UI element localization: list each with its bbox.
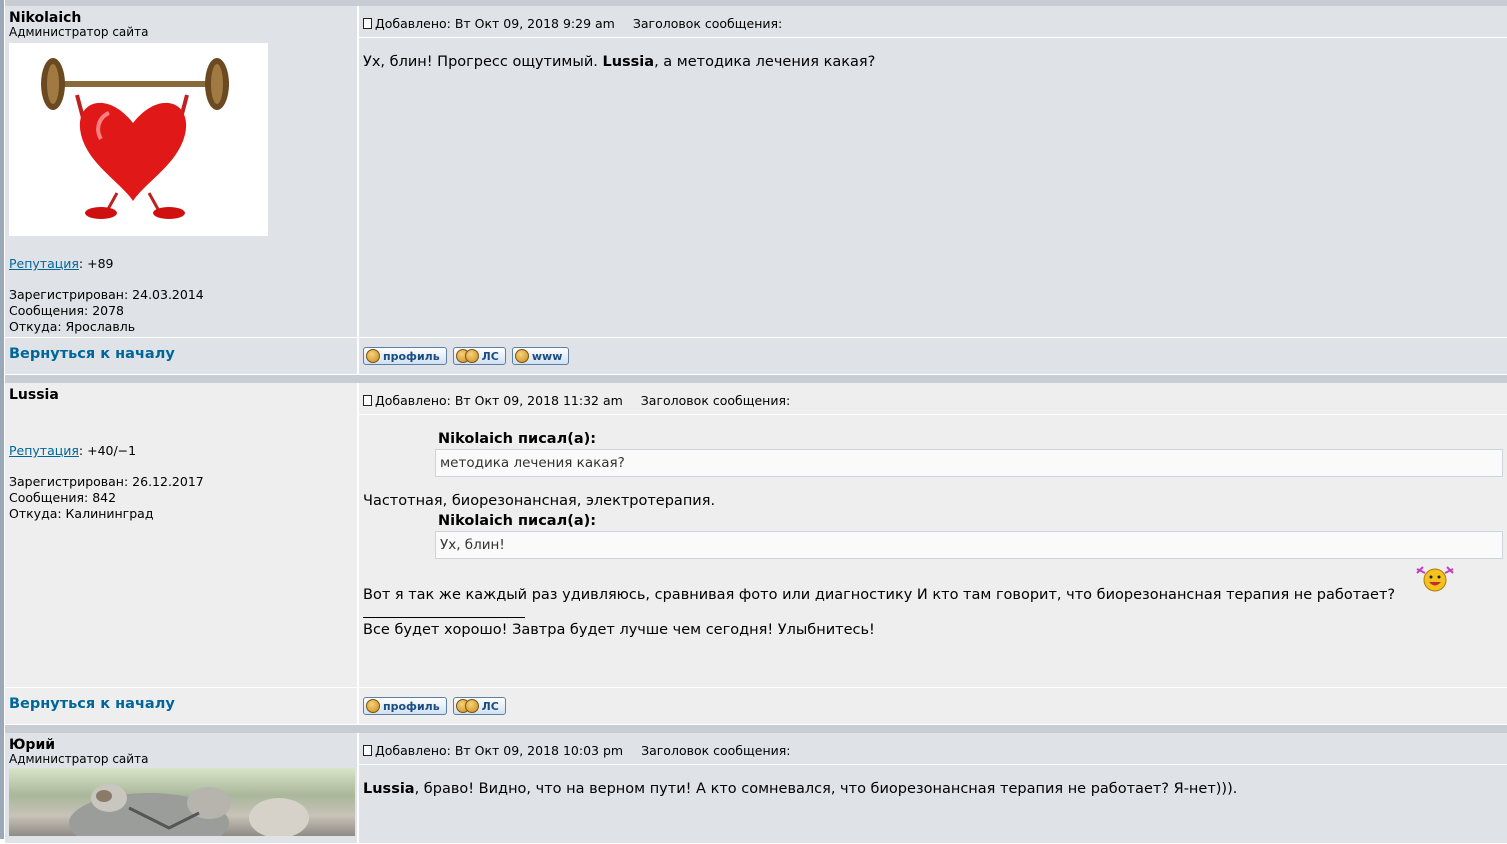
reputation: Репутация: +89 (9, 256, 353, 271)
post-content-panel: Добавлено: Вт Окт 09, 2018 11:32 am Заго… (357, 383, 1507, 687)
left-border (0, 0, 4, 839)
profile-button[interactable]: профиль (363, 347, 447, 365)
signature: Все будет хорошо! Завтра будет лучше чем… (363, 622, 875, 638)
quote-block: методика лечения какая? (435, 449, 1503, 477)
post-header: Добавлено: Вт Окт 09, 2018 10:03 pm Заго… (359, 733, 1507, 765)
post-text: Ух, блин! Прогресс ощутимый. (363, 54, 603, 70)
post-subject-label: Заголовок сообщения: (641, 743, 791, 758)
www-button[interactable]: www (511, 347, 570, 365)
author-location: Откуда: Ярославль (9, 319, 136, 334)
post-separator (5, 725, 1507, 733)
post-yuriy: Юрий Администратор сайта Добавлено: Вт О… (5, 733, 1507, 844)
back-to-top-cell: Вернуться к началу (5, 338, 357, 374)
post-icon[interactable] (363, 745, 372, 756)
post-text-end: , а методика лечения какая? (654, 54, 876, 70)
post-date: Добавлено: Вт Окт 09, 2018 9:29 am (375, 16, 615, 31)
message-count: Сообщения: 2078 (9, 303, 125, 318)
home-icon (514, 349, 529, 363)
post-header: Добавлено: Вт Окт 09, 2018 9:29 am Загол… (359, 6, 1507, 38)
post-author-panel: Nikolaich Администратор сайта Репутация:… (5, 6, 357, 337)
post-date: Добавлено: Вт Окт 09, 2018 10:03 pm (375, 743, 624, 758)
author-location: Откуда: Калининград (9, 506, 154, 521)
post-header: Добавлено: Вт Окт 09, 2018 11:32 am Заго… (359, 383, 1507, 415)
author-name[interactable]: Lussia (9, 387, 353, 403)
quote-author: Nikolaich писал(а): (438, 431, 597, 447)
post-icon[interactable] (363, 395, 372, 406)
post-icon[interactable] (363, 18, 372, 29)
avatar-heart-barbell (9, 43, 268, 236)
users-icon-2 (464, 349, 479, 363)
user-icon (366, 699, 380, 713)
reply-text: Вот я так же каждый раз удивляюсь, сравн… (363, 587, 1396, 603)
post-author-panel: Lussia Репутация: +40/−1 Зарегистрирован… (5, 383, 357, 687)
reputation: Репутация: +40/−1 (9, 443, 353, 458)
reputation-link[interactable]: Репутация (9, 443, 79, 458)
post-date: Добавлено: Вт Окт 09, 2018 11:32 am (375, 393, 623, 408)
message-count: Сообщения: 842 (9, 490, 117, 505)
avatar-kitten (9, 768, 355, 836)
user-icon (366, 349, 380, 363)
pm-button[interactable]: ЛС (452, 697, 506, 715)
users-icon-2 (464, 699, 479, 713)
post-content-panel: Добавлено: Вт Окт 09, 2018 10:03 pm Заго… (357, 733, 1507, 843)
topic-posts: Nikolaich Администратор сайта Репутация:… (5, 0, 1507, 844)
post-subject-label: Заголовок сообщения: (640, 393, 791, 408)
profile-button-label: профиль (383, 349, 440, 363)
post-actions: профиль ЛС (357, 688, 1507, 724)
signature-divider (363, 617, 525, 618)
author-info: Зарегистрирован: 26.12.2017 Сообщения: 8… (9, 474, 353, 522)
post-actions: профиль ЛС www (357, 338, 1507, 374)
post-author-panel: Юрий Администратор сайта (5, 733, 357, 843)
post-body: Nikolaich писал(а): методика лечения как… (359, 415, 1507, 640)
author-rank: Администратор сайта (9, 752, 149, 766)
back-to-top-link[interactable]: Вернуться к началу (9, 346, 175, 362)
reputation-value: : +89 (78, 256, 114, 271)
quote-author: Nikolaich писал(а): (438, 513, 597, 529)
back-to-top-link[interactable]: Вернуться к началу (9, 696, 175, 712)
author-rank: Администратор сайта (9, 25, 149, 39)
post-footer: Вернуться к началу профиль ЛС (5, 688, 1507, 725)
registered-date: Зарегистрирован: 24.03.2014 (9, 287, 204, 302)
post-body: Ух, блин! Прогресс ощутимый. Lussia, а м… (359, 38, 1507, 72)
post-lussia: Lussia Репутация: +40/−1 Зарегистрирован… (5, 383, 1507, 688)
post-body: Lussia, браво! Видно, что на верном пути… (359, 765, 1507, 799)
registered-date: Зарегистрирован: 26.12.2017 (9, 474, 204, 489)
reply-text-block: Вот я так же каждый раз удивляюсь, сравн… (363, 566, 1503, 605)
post-subject-label: Заголовок сообщения: (632, 16, 783, 31)
reputation-link[interactable]: Репутация (9, 256, 79, 271)
post-mention: Lussia (363, 781, 415, 797)
post-text: , браво! Видно, что на верном пути! А кт… (414, 781, 1238, 797)
post-separator (5, 375, 1507, 383)
quote-block: Ух, блин! (435, 531, 1503, 559)
author-info: Зарегистрирован: 24.03.2014 Сообщения: 2… (9, 287, 353, 335)
post-mention: Lussia (602, 54, 655, 70)
author-name[interactable]: Юрий (9, 737, 353, 753)
smiley-icon (1415, 563, 1455, 599)
reply-text: Частотная, биорезонансная, электротерапи… (363, 493, 716, 509)
pm-button[interactable]: ЛС (452, 347, 506, 365)
pm-button-label: ЛС (481, 699, 499, 713)
reputation-value: : +40/−1 (78, 443, 137, 458)
back-to-top-cell: Вернуться к началу (5, 688, 357, 724)
pm-button-label: ЛС (481, 349, 499, 363)
profile-button-label: профиль (383, 699, 440, 713)
post-footer: Вернуться к началу профиль ЛС www (5, 338, 1507, 375)
profile-button[interactable]: профиль (363, 697, 447, 715)
www-button-label: www (531, 349, 563, 363)
post-nikolaich: Nikolaich Администратор сайта Репутация:… (5, 6, 1507, 338)
post-content-panel: Добавлено: Вт Окт 09, 2018 9:29 am Загол… (357, 6, 1507, 337)
author-name[interactable]: Nikolaich (9, 10, 353, 26)
